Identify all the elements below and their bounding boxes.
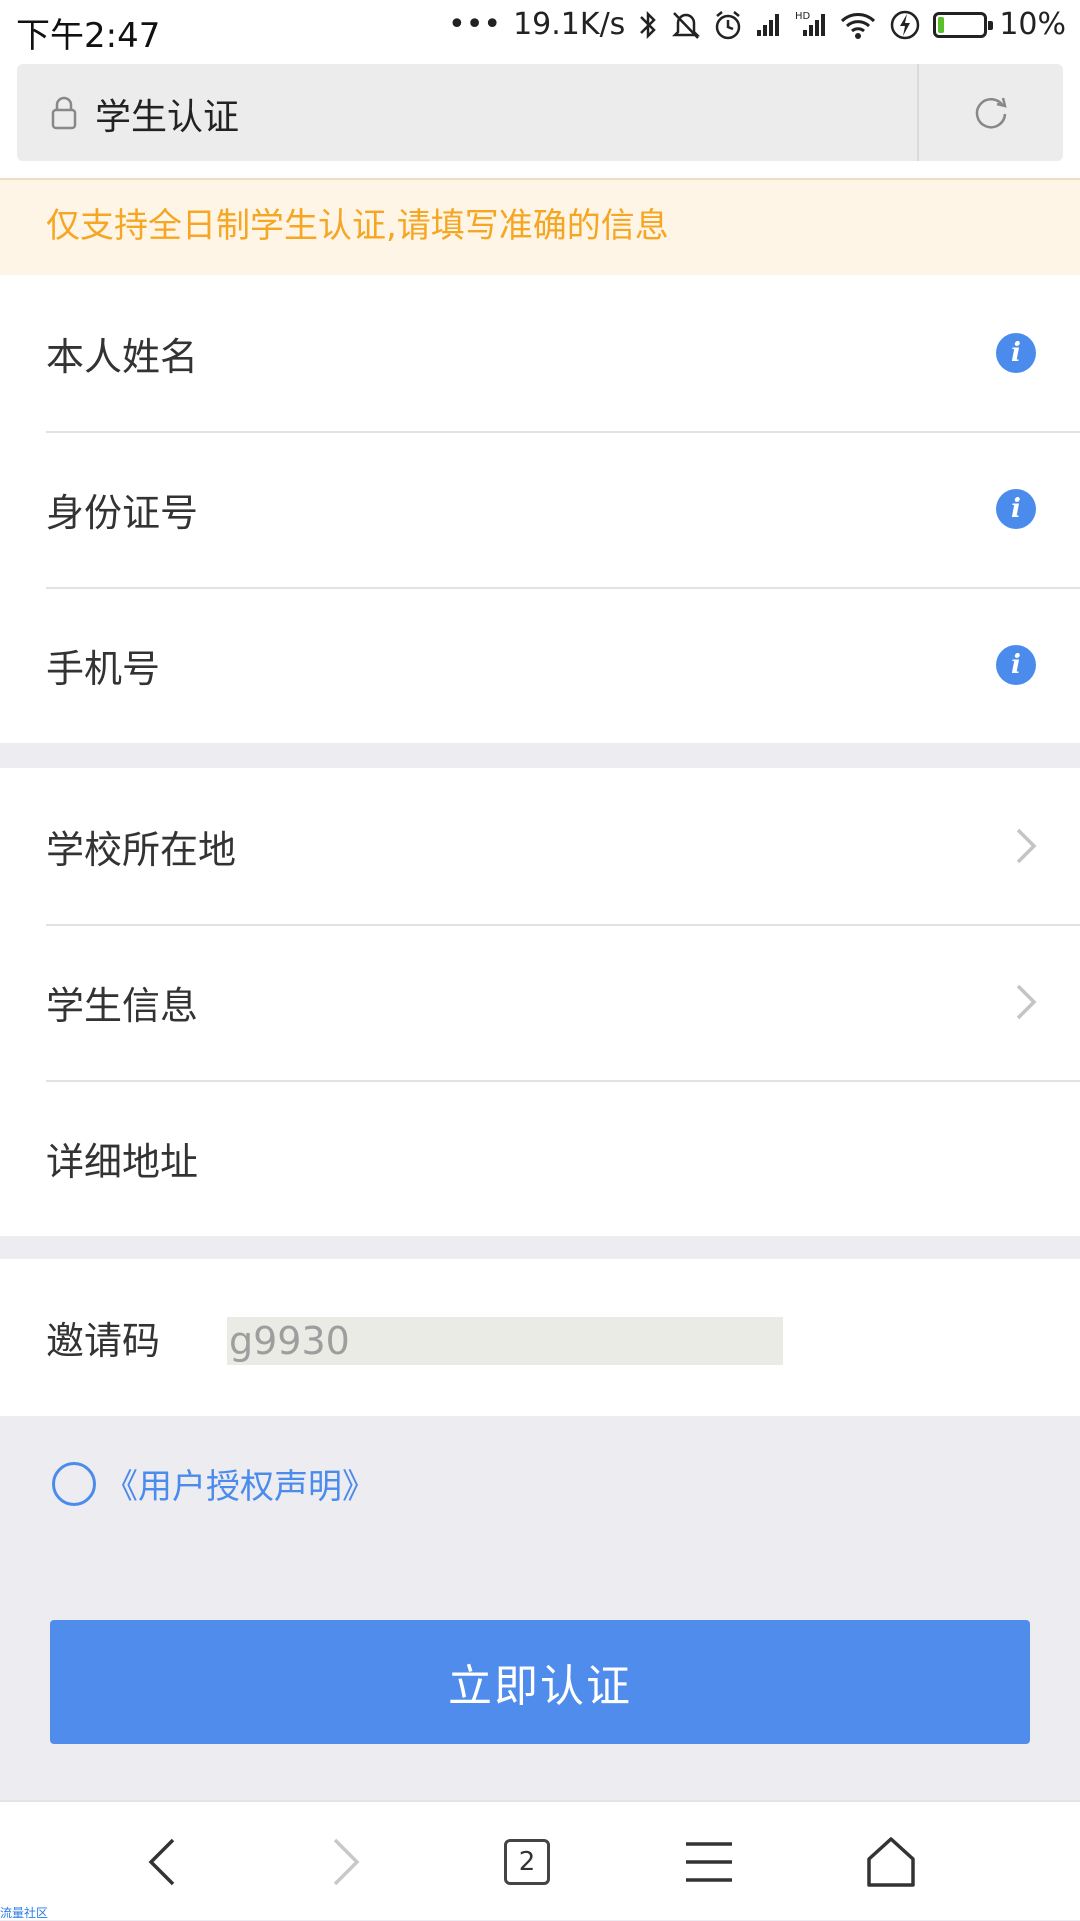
school-location-field[interactable]: 学校所在地	[0, 768, 1080, 924]
alarm-icon	[713, 8, 743, 42]
info-icon[interactable]: i	[996, 489, 1036, 529]
bluetooth-icon	[637, 8, 659, 42]
id-number-label: 身份证号	[46, 490, 199, 535]
status-icons: ••• 19.1K/s HD 10%	[448, 8, 1066, 42]
signal-icon	[755, 8, 783, 42]
student-info-label: 学生信息	[46, 983, 199, 1028]
invite-field: 邀请码	[0, 1259, 1080, 1416]
status-time: 下午2:47	[16, 16, 161, 56]
page-title: 学生认证	[95, 97, 240, 138]
menu-icon[interactable]	[674, 1832, 744, 1892]
invite-group: 邀请码	[0, 1259, 1080, 1416]
home-icon[interactable]	[856, 1832, 926, 1892]
browser-bottom-bar: 2	[0, 1800, 1080, 1920]
url-bar[interactable]: 学生认证	[17, 64, 1063, 161]
phone-label: 手机号	[46, 646, 161, 691]
id-number-field[interactable]: 身份证号 i	[0, 431, 1080, 587]
chevron-right-icon	[1014, 824, 1038, 872]
reload-icon[interactable]	[971, 92, 1011, 136]
info-icon[interactable]: i	[996, 645, 1036, 685]
back-icon[interactable]	[128, 1832, 198, 1892]
address-label: 详细地址	[46, 1139, 199, 1184]
status-bar: 下午2:47 ••• 19.1K/s HD 10%	[0, 0, 1080, 56]
student-info-field[interactable]: 学生信息	[0, 924, 1080, 1080]
mute-bell-icon	[671, 8, 701, 42]
agree-radio[interactable]	[52, 1461, 96, 1506]
battery-percent: 10%	[999, 7, 1066, 42]
invite-label: 邀请码	[46, 1319, 161, 1363]
chevron-right-icon	[1014, 980, 1038, 1028]
name-label: 本人姓名	[46, 334, 199, 379]
hd-signal-icon: HD	[795, 8, 827, 42]
school-location-label: 学校所在地	[46, 827, 237, 872]
lock-icon	[49, 96, 79, 134]
verify-now-button[interactable]: 立即认证	[50, 1620, 1030, 1744]
school-info-group: 学校所在地 学生信息 详细地址	[0, 768, 1080, 1236]
invite-code-input[interactable]	[227, 1317, 783, 1365]
tab-count: 2	[504, 1839, 550, 1885]
address-field[interactable]: 详细地址	[0, 1080, 1080, 1236]
battery-fill	[938, 17, 945, 33]
notice-banner: 仅支持全日制学生认证,请填写准确的信息	[0, 178, 1080, 275]
svg-text:HD: HD	[795, 11, 811, 22]
watermark: 流量社区	[0, 1906, 49, 1920]
wifi-icon	[839, 8, 877, 42]
user-authorization-link[interactable]: 《用户授权声明》	[104, 1459, 376, 1508]
name-field[interactable]: 本人姓名 i	[0, 275, 1080, 431]
agreement: 《用户授权声明》	[52, 1459, 376, 1508]
url-bar-divider	[917, 64, 919, 161]
phone-field[interactable]: 手机号 i	[0, 587, 1080, 743]
tabs-button[interactable]: 2	[492, 1832, 562, 1892]
charging-icon	[889, 8, 921, 42]
browser-toolbar: 学生认证	[0, 56, 1080, 178]
forward-icon[interactable]	[310, 1832, 380, 1892]
info-icon[interactable]: i	[996, 333, 1036, 373]
personal-info-group: 本人姓名 i 身份证号 i 手机号 i	[0, 275, 1080, 743]
net-speed: 19.1K/s	[513, 7, 626, 42]
battery-icon	[933, 8, 994, 42]
more-dots-icon: •••	[448, 7, 502, 42]
